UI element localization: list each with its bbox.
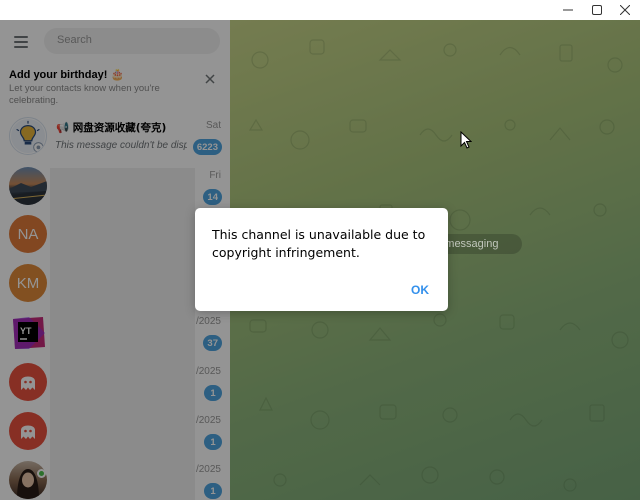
close-icon[interactable] xyxy=(613,2,637,18)
ok-button[interactable]: OK xyxy=(400,280,440,300)
minimize-icon[interactable] xyxy=(556,2,580,18)
unavailable-channel-dialog: This channel is unavailable due to copyr… xyxy=(195,208,448,311)
dialog-message: This channel is unavailable due to copyr… xyxy=(212,227,426,260)
mouse-cursor-icon xyxy=(460,131,472,149)
maximize-icon[interactable] xyxy=(585,2,609,18)
window-titlebar xyxy=(0,0,640,20)
